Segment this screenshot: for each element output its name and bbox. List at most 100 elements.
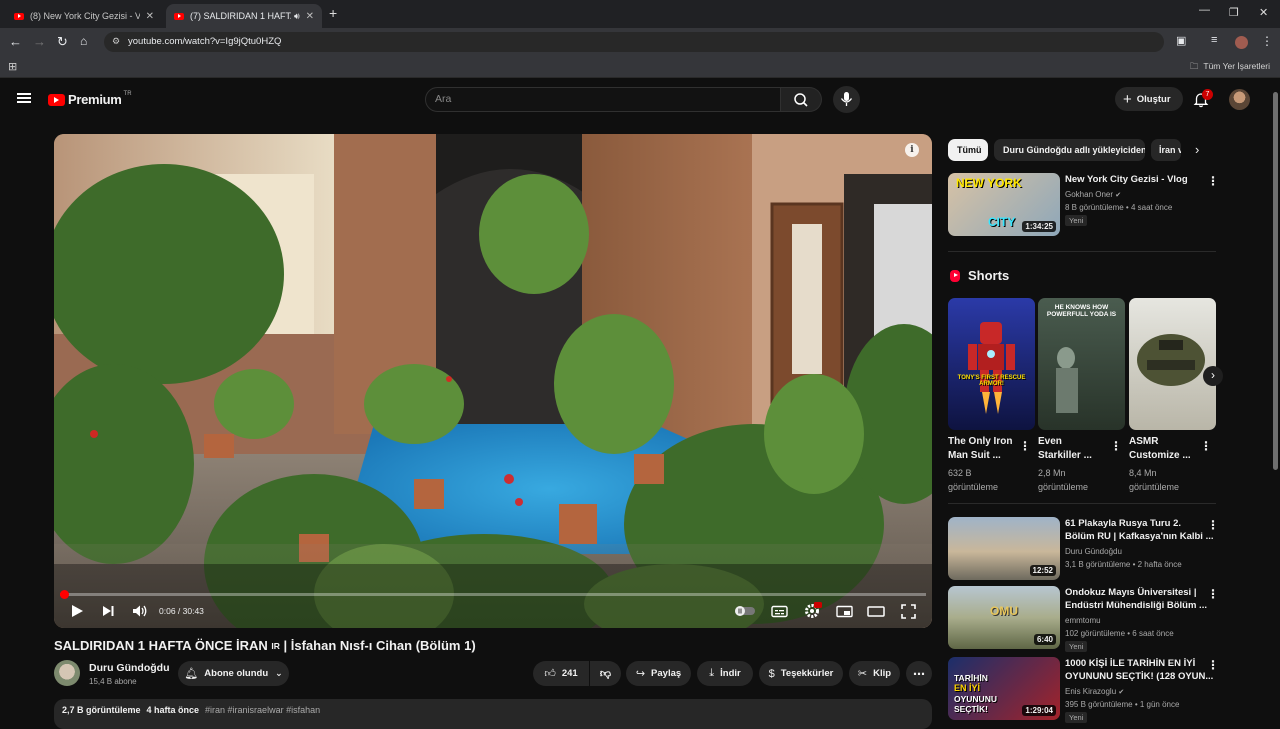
folder-icon: 🗀︎ — [1189, 61, 1199, 71]
chip-iran[interactable]: İran ve — [1151, 139, 1181, 161]
page-scrollbar-thumb[interactable] — [1273, 92, 1278, 470]
extensions-icon[interactable]: ▣ — [1176, 34, 1186, 47]
reload-icon[interactable]: ↻ — [57, 34, 68, 50]
miniplayer-icon[interactable] — [836, 605, 853, 618]
forward-icon[interactable]: → — [33, 34, 46, 49]
create-button[interactable]: + Oluştur — [1115, 87, 1183, 111]
audio-playing-icon[interactable]: 🔊︎ — [294, 11, 300, 22]
more-vertical-icon[interactable]: ⋮ — [1207, 518, 1219, 532]
video-title: SALDIRIDAN 1 HAFTA ÖNCE İRAN IR | İsfaha… — [54, 638, 476, 653]
thumbnail-caption: EN İYİ — [954, 683, 981, 693]
home-icon[interactable]: ⌂ — [80, 34, 87, 48]
guide-menu-icon[interactable] — [17, 93, 31, 103]
hashtags[interactable]: #iran #iranisraelwar #isfahan — [205, 705, 320, 715]
volume-icon[interactable] — [132, 604, 148, 618]
short-thumbnail[interactable] — [1129, 298, 1216, 430]
chip-from-uploader[interactable]: Duru Gündoğdu adlı yükleyiciden — [994, 139, 1145, 161]
all-bookmarks-folder[interactable]: 🗀︎ Tüm Yer İşaretleri — [1190, 61, 1270, 75]
close-tab-icon[interactable]: ✕ — [146, 11, 154, 22]
chip-all[interactable]: Tümü — [948, 139, 988, 161]
channel-name[interactable]: Duru Gündoğdu — [89, 662, 169, 674]
back-icon[interactable]: ← — [9, 34, 22, 49]
site-settings-icon[interactable]: ⚙ — [112, 36, 120, 47]
more-vertical-icon[interactable]: ⋮ — [1207, 658, 1219, 672]
voice-search-button[interactable] — [833, 86, 860, 113]
shorts-next-button[interactable]: › — [1203, 366, 1223, 386]
more-vertical-icon[interactable]: ⋮ — [1207, 174, 1219, 188]
video-thumbnail[interactable]: 12:52 — [948, 517, 1060, 580]
autoplay-toggle-icon[interactable] — [734, 605, 756, 617]
profile-avatar[interactable] — [1235, 36, 1248, 49]
progress-bar[interactable] — [60, 590, 926, 599]
short-view-count: 8,4 Mn — [1129, 468, 1157, 478]
video-thumbnail[interactable]: OMU 6:40 — [948, 586, 1060, 649]
search-input[interactable]: Ara — [425, 87, 781, 112]
download-button[interactable]: ⤓ İndir — [697, 661, 753, 686]
all-bookmarks-label: Tüm Yer İşaretleri — [1203, 61, 1270, 71]
verified-icon: ✔ — [1118, 689, 1125, 696]
duration-badge: 1:29:04 — [1022, 705, 1056, 716]
video-player[interactable]: i 0:06 / 30:43 — [54, 134, 932, 628]
more-vertical-icon[interactable]: ⋮ — [1200, 439, 1212, 453]
scrubber-handle[interactable] — [60, 590, 69, 599]
recommended-title[interactable]: 1000 KİŞİ İLE TARİHİN EN İYİ OYUNUNU SEÇT… — [1065, 657, 1213, 683]
video-thumbnail[interactable]: NEW YORK CITY 1:34:25 — [948, 173, 1060, 236]
short-thumbnail[interactable]: TONY'S FIRST RESCUE ARMOR! — [948, 298, 1035, 430]
share-icon: ↪ — [635, 668, 646, 680]
new-tab-icon[interactable]: + — [329, 5, 337, 21]
more-actions-button[interactable]: ⋯ — [906, 661, 932, 686]
more-vertical-icon[interactable]: ⋮ — [1207, 587, 1219, 601]
short-view-count: 2,8 Mn — [1038, 468, 1066, 478]
browser-menu-icon[interactable]: ⋮ — [1261, 34, 1273, 48]
fullscreen-icon[interactable] — [901, 604, 916, 619]
thanks-button[interactable]: $ Teşekkürler — [759, 661, 843, 686]
next-icon[interactable] — [101, 604, 115, 618]
search-button[interactable] — [781, 87, 822, 112]
download-icon: ⤓ — [709, 667, 715, 679]
recommended-title[interactable]: 61 Plakayla Rusya Turu 2. Bölüm RU | Kafk… — [1065, 517, 1214, 543]
channel-avatar[interactable] — [54, 660, 80, 686]
browser-tab-1[interactable]: (8) New York City Gezisi - Vlog ✕ — [6, 4, 162, 28]
info-icon[interactable]: i — [905, 143, 919, 157]
settings-gear-icon[interactable] — [804, 602, 822, 619]
browser-tab-2[interactable]: (7) SALDIRIDAN 1 HAFTA Ö 🔊︎ ✕ — [166, 4, 322, 28]
address-bar[interactable]: ⚙ youtube.com/watch?v=Ig9jQtu0HZQ — [104, 32, 1164, 52]
short-views: 8,4 Mn görüntüleme — [1129, 466, 1179, 494]
recommended-title[interactable]: Ondokuz Mayıs Üniversitesi | Endüstri Müh… — [1065, 586, 1207, 612]
subscriber-count: 15,4 B abone — [89, 677, 137, 686]
dislike-button[interactable]: 👎︎ — [590, 661, 621, 686]
close-window-icon[interactable]: ✕ — [1259, 6, 1268, 19]
channel-name: Enis Kirazoglu — [1065, 687, 1117, 696]
time-display: 0:06 / 30:43 — [159, 606, 204, 616]
youtube-premium-logo[interactable]: Premium TR — [48, 91, 132, 107]
like-count: 241 — [561, 668, 578, 679]
short-title[interactable]: The Only Iron Man Suit ... — [948, 435, 1012, 463]
short-title[interactable]: Even Starkiller ... — [1038, 435, 1092, 463]
theater-mode-icon[interactable] — [867, 605, 885, 618]
more-vertical-icon[interactable]: ⋮ — [1019, 439, 1031, 453]
short-thumbnail[interactable]: HE KNOWS HOW POWERFULL YODA IS — [1038, 298, 1125, 430]
title-line-2: Bölüm RU | Kafkasya'nın Kalbi ... — [1065, 531, 1214, 542]
subtitles-icon[interactable] — [771, 605, 788, 618]
helmet-shape — [1137, 334, 1205, 386]
restore-icon[interactable]: ❐ — [1229, 6, 1239, 19]
play-icon[interactable] — [70, 604, 84, 618]
account-avatar[interactable] — [1229, 89, 1250, 110]
short-title[interactable]: ASMR Customize ... — [1129, 435, 1191, 463]
scissors-icon: ✂ — [857, 668, 868, 680]
like-button[interactable]: 👍︎ 241 — [533, 661, 589, 686]
media-control-icon[interactable]: ≡ — [1211, 34, 1217, 46]
iron-man-figure — [968, 322, 1015, 414]
clip-button[interactable]: ✂ Klip — [849, 661, 900, 686]
video-thumbnail[interactable]: TARİHİN EN İYİ OYUNUNU SEÇTİK! 1:29:04 — [948, 657, 1060, 720]
apps-grid-icon[interactable]: ⊞ — [8, 60, 17, 73]
description-box[interactable]: 2,7 B görüntüleme 4 hafta önce #iran #iran… — [54, 699, 932, 729]
chevron-right-icon[interactable]: › — [1195, 142, 1199, 157]
recommended-channel: Enis Kirazoglu ✔ — [1065, 685, 1124, 699]
minimize-icon[interactable]: — — [1199, 4, 1210, 16]
more-vertical-icon[interactable]: ⋮ — [1110, 439, 1122, 453]
share-button[interactable]: ↪ Paylaş — [626, 661, 691, 686]
close-tab-icon[interactable]: ✕ — [306, 11, 314, 22]
subscribed-button[interactable]: 🔔︎ Abone olundu ⌄ — [178, 661, 289, 686]
recommended-title[interactable]: New York City Gezisi - Vlog — [1065, 173, 1188, 186]
